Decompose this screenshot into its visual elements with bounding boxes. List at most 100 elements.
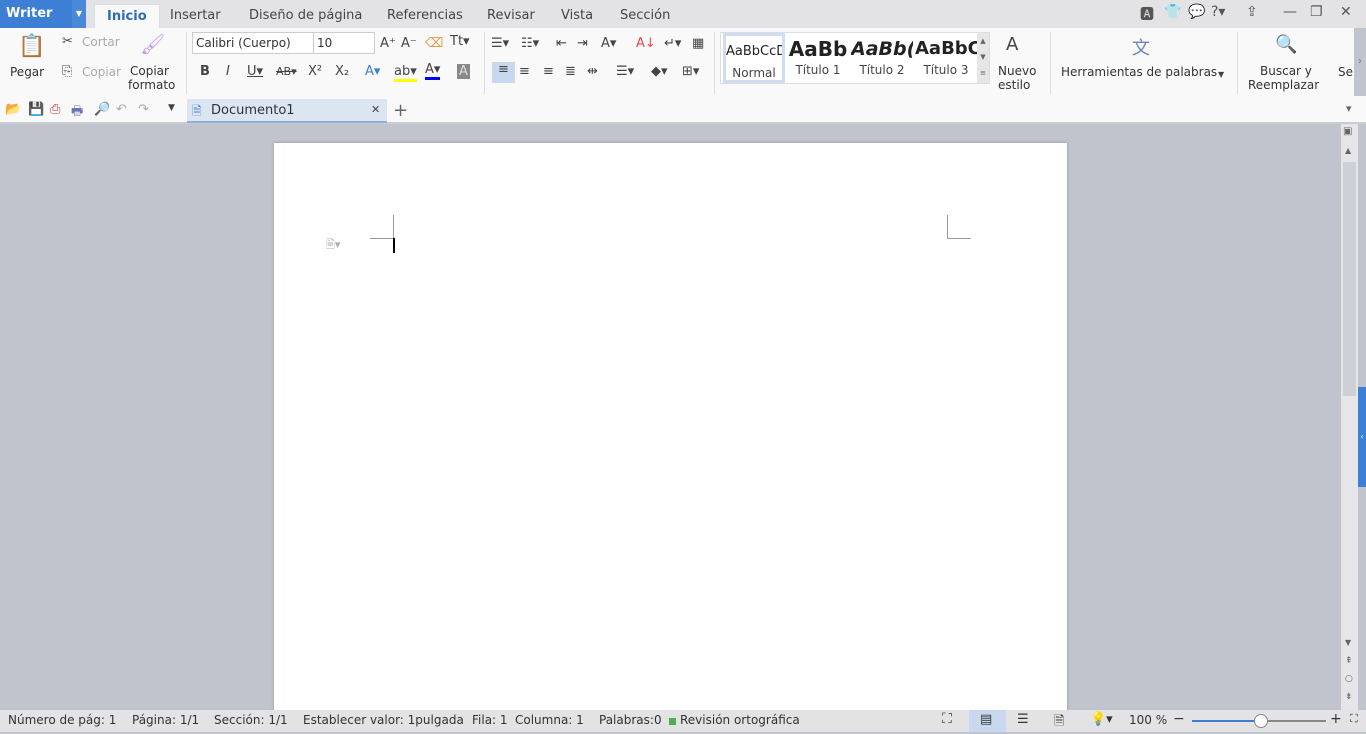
text-effects-icon[interactable]: Tt▾ <box>450 34 470 49</box>
document-page[interactable]: 🗎▾ <box>274 143 1067 723</box>
decrease-indent-icon[interactable]: ⇤ <box>556 36 567 51</box>
find-replace-label-2[interactable]: Reemplazar <box>1248 78 1319 92</box>
page-view-icon[interactable]: ▤ <box>980 712 992 727</box>
scrollbar-thumb[interactable] <box>1343 162 1356 396</box>
paste-icon[interactable]: 📋 <box>18 34 45 59</box>
close-icon[interactable]: ✕ <box>1340 4 1352 20</box>
cut-button[interactable]: Cortar <box>82 35 120 49</box>
clear-format-icon[interactable]: ⌫ <box>425 36 443 51</box>
font-size-select[interactable]: 10 <box>313 32 375 54</box>
scroll-up-icon[interactable]: ▲ <box>1345 146 1351 155</box>
paragraph-layout-icon[interactable]: 🗎▾ <box>326 236 340 255</box>
font-color-icon[interactable]: A▾ <box>425 62 441 80</box>
text-effect-icon[interactable]: A▾ <box>365 64 380 79</box>
undo-icon[interactable]: ↶ <box>116 102 127 117</box>
tab-revisar[interactable]: Revisar <box>487 4 535 28</box>
font-icon[interactable]: 🅰 <box>1140 4 1154 24</box>
restore-icon[interactable]: ❐ <box>1310 4 1323 20</box>
browse-object-icon[interactable]: ○ <box>1345 674 1353 684</box>
new-style-label-1[interactable]: Nuevo <box>998 64 1036 78</box>
word-tools-button[interactable]: Herramientas de palabras <box>1061 65 1217 79</box>
web-view-icon[interactable]: 🗎 <box>1054 712 1064 734</box>
format-painter-label-2[interactable]: formato <box>128 78 175 92</box>
tab-referencias[interactable]: Referencias <box>387 4 463 28</box>
ribbon-collapse-icon[interactable]: ▾ <box>1346 102 1352 115</box>
tab-insertar[interactable]: Insertar <box>170 4 221 28</box>
align-left-icon[interactable]: ≡ <box>492 62 515 83</box>
copy-button[interactable]: Copiar <box>82 65 121 79</box>
format-painter-label-1[interactable]: Copiar <box>130 64 169 78</box>
export-pdf-icon[interactable]: ⎙ <box>50 102 60 117</box>
paragraph-mark-icon[interactable]: ↵▾ <box>664 36 681 51</box>
word-tools-icon[interactable]: 文 <box>1132 34 1150 60</box>
new-style-icon[interactable]: A <box>1006 34 1018 55</box>
align-right-icon[interactable]: ≡ <box>543 64 554 79</box>
tab-seccion[interactable]: Sección <box>620 4 670 28</box>
style-titulo-3[interactable]: AaBbC Título 3 <box>915 33 977 83</box>
tab-diseno[interactable]: Diseño de página <box>249 4 362 28</box>
zoom-slider-handle[interactable] <box>1254 714 1268 728</box>
outline-view-icon[interactable]: ☰ <box>1017 712 1029 727</box>
zoom-out-icon[interactable]: − <box>1173 711 1185 727</box>
format-painter-icon[interactable]: 🖌 <box>140 32 165 56</box>
writer-menu-button[interactable]: Writer ▼ <box>0 0 86 28</box>
line-spacing-icon[interactable]: ☰▾ <box>616 64 634 79</box>
tab-inicio[interactable]: Inicio <box>94 4 160 28</box>
save-icon[interactable]: 💾 <box>28 102 44 117</box>
minimize-icon[interactable]: — <box>1283 4 1297 20</box>
justify-icon[interactable]: ≣ <box>565 64 576 79</box>
chat-icon[interactable]: 💬 <box>1188 4 1205 20</box>
chevron-down-icon[interactable]: ▼ <box>72 0 86 28</box>
italic-icon[interactable]: I <box>226 64 230 79</box>
numbering-icon[interactable]: ☷▾ <box>521 36 539 51</box>
new-style-label-2[interactable]: estilo <box>998 78 1030 92</box>
bold-icon[interactable]: B <box>200 64 210 79</box>
scroll-down-icon[interactable]: ▼ <box>1345 638 1351 647</box>
close-tab-icon[interactable]: ✕ <box>371 103 380 116</box>
status-words[interactable]: Palabras:0 <box>599 713 662 727</box>
increase-indent-icon[interactable]: ⇥ <box>577 36 588 51</box>
redo-icon[interactable]: ↷ <box>138 102 149 117</box>
borders-icon[interactable]: ⊞▾ <box>682 64 699 79</box>
shrink-font-icon[interactable]: A⁻ <box>401 36 417 51</box>
paste-button[interactable]: Pegar <box>10 65 44 79</box>
table-icon[interactable]: ▦ <box>692 36 704 51</box>
status-set-value[interactable]: Establecer valor: 1pulgada <box>303 713 464 727</box>
font-name-select[interactable]: Calibri (Cuerpo) <box>192 32 314 54</box>
print-preview-icon[interactable]: 🔎 <box>94 102 110 117</box>
superscript-icon[interactable]: X² <box>308 64 322 79</box>
skin-shirt-icon[interactable]: 👕 <box>1164 4 1181 20</box>
fit-window-icon[interactable]: ⛶ <box>1350 712 1358 726</box>
print-icon[interactable]: 🖶 <box>71 102 83 124</box>
open-folder-icon[interactable]: 📂 <box>5 102 21 117</box>
char-shading-icon[interactable]: A <box>457 64 470 79</box>
upload-icon[interactable]: ⇪ <box>1246 4 1258 20</box>
document-tab[interactable]: 🗎 Documento1 ✕ <box>187 99 387 123</box>
zoom-in-icon[interactable]: + <box>1330 711 1342 727</box>
grow-font-icon[interactable]: A⁺ <box>380 36 396 51</box>
style-titulo-1[interactable]: AaBb Título 1 <box>787 33 849 83</box>
next-page-icon[interactable]: ⇟ <box>1345 692 1353 702</box>
find-replace-icon[interactable]: 🔍 <box>1275 34 1297 55</box>
new-tab-icon[interactable]: + <box>393 100 408 121</box>
status-spell-check[interactable]: Revisión ortográfica <box>680 713 800 727</box>
more-button[interactable]: Se <box>1338 65 1353 79</box>
tab-vista[interactable]: Vista <box>561 4 593 28</box>
change-case-icon[interactable]: A▾ <box>601 36 616 51</box>
align-center-icon[interactable]: ≡ <box>519 64 530 79</box>
split-icon[interactable]: ▣ <box>1343 126 1352 137</box>
subscript-icon[interactable]: X₂ <box>335 64 349 79</box>
underline-icon[interactable]: U▾ <box>247 64 263 79</box>
full-screen-icon[interactable]: ⛶ <box>942 711 952 727</box>
style-titulo-2[interactable]: AaBb( Título 2 <box>851 33 913 83</box>
previous-page-icon[interactable]: ⇞ <box>1345 656 1353 666</box>
ribbon-scroll-right[interactable]: › <box>1354 28 1366 96</box>
reading-mode-icon[interactable]: 💡▾ <box>1090 712 1113 727</box>
customize-dropdown-icon[interactable]: ▼ <box>168 103 175 113</box>
paragraph-shading-icon[interactable]: ◆▾ <box>651 64 668 79</box>
styles-scroll[interactable]: ▲ ▼ ≡ <box>977 33 989 83</box>
zoom-level[interactable]: 100 % <box>1129 713 1167 727</box>
distribute-icon[interactable]: ⇹ <box>587 64 598 79</box>
style-normal[interactable]: AaBbCcD Normal <box>723 33 785 83</box>
highlight-icon[interactable]: ab▾ <box>394 64 417 82</box>
